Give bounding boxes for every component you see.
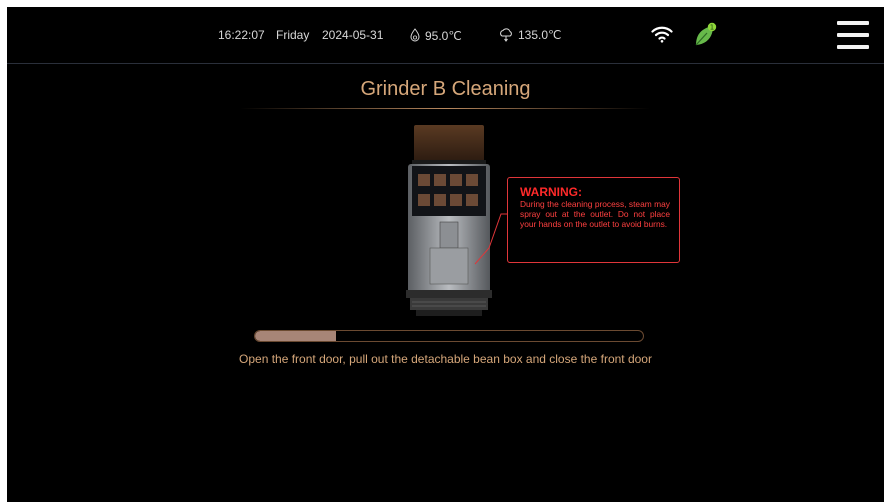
warning-title: WARNING: [520,185,582,199]
clock-time: 16:22:07 [218,28,265,42]
clock-date: 2024-05-31 [322,28,384,42]
steam-temp-value: 135.0℃ [518,28,562,42]
steam-temp-indicator: 135.0℃ [498,28,562,42]
cleaning-progress-bar [254,330,644,342]
wifi-icon[interactable] [651,25,673,43]
warning-callout: WARNING: During the cleaning process, st… [507,177,680,263]
leaf-eco-icon[interactable]: 1 [693,20,719,48]
page-title: Grinder B Cleaning [360,78,531,100]
status-bar-divider [7,63,884,64]
warning-pointer-line [474,213,509,265]
warning-text: During the cleaning process, steam may s… [520,199,670,229]
steam-cloud-icon [500,28,512,42]
title-underline [240,108,650,109]
status-bar: 16:22:07 Friday 2024-05-31 95.0℃ 135.0℃ [7,7,884,63]
leaf-badge: 1 [710,24,714,32]
screen: 16:22:07 Friday 2024-05-31 95.0℃ 135.0℃ [7,7,884,502]
instruction-text: Open the front door, pull out the detach… [239,352,652,366]
clock-day: Friday [276,28,310,42]
menu-icon[interactable] [837,21,869,49]
water-drop-icon [410,28,420,42]
boiler-temp-indicator: 95.0℃ [409,28,462,43]
progress-fill [255,331,337,341]
boiler-temp-value: 95.0℃ [425,28,462,43]
